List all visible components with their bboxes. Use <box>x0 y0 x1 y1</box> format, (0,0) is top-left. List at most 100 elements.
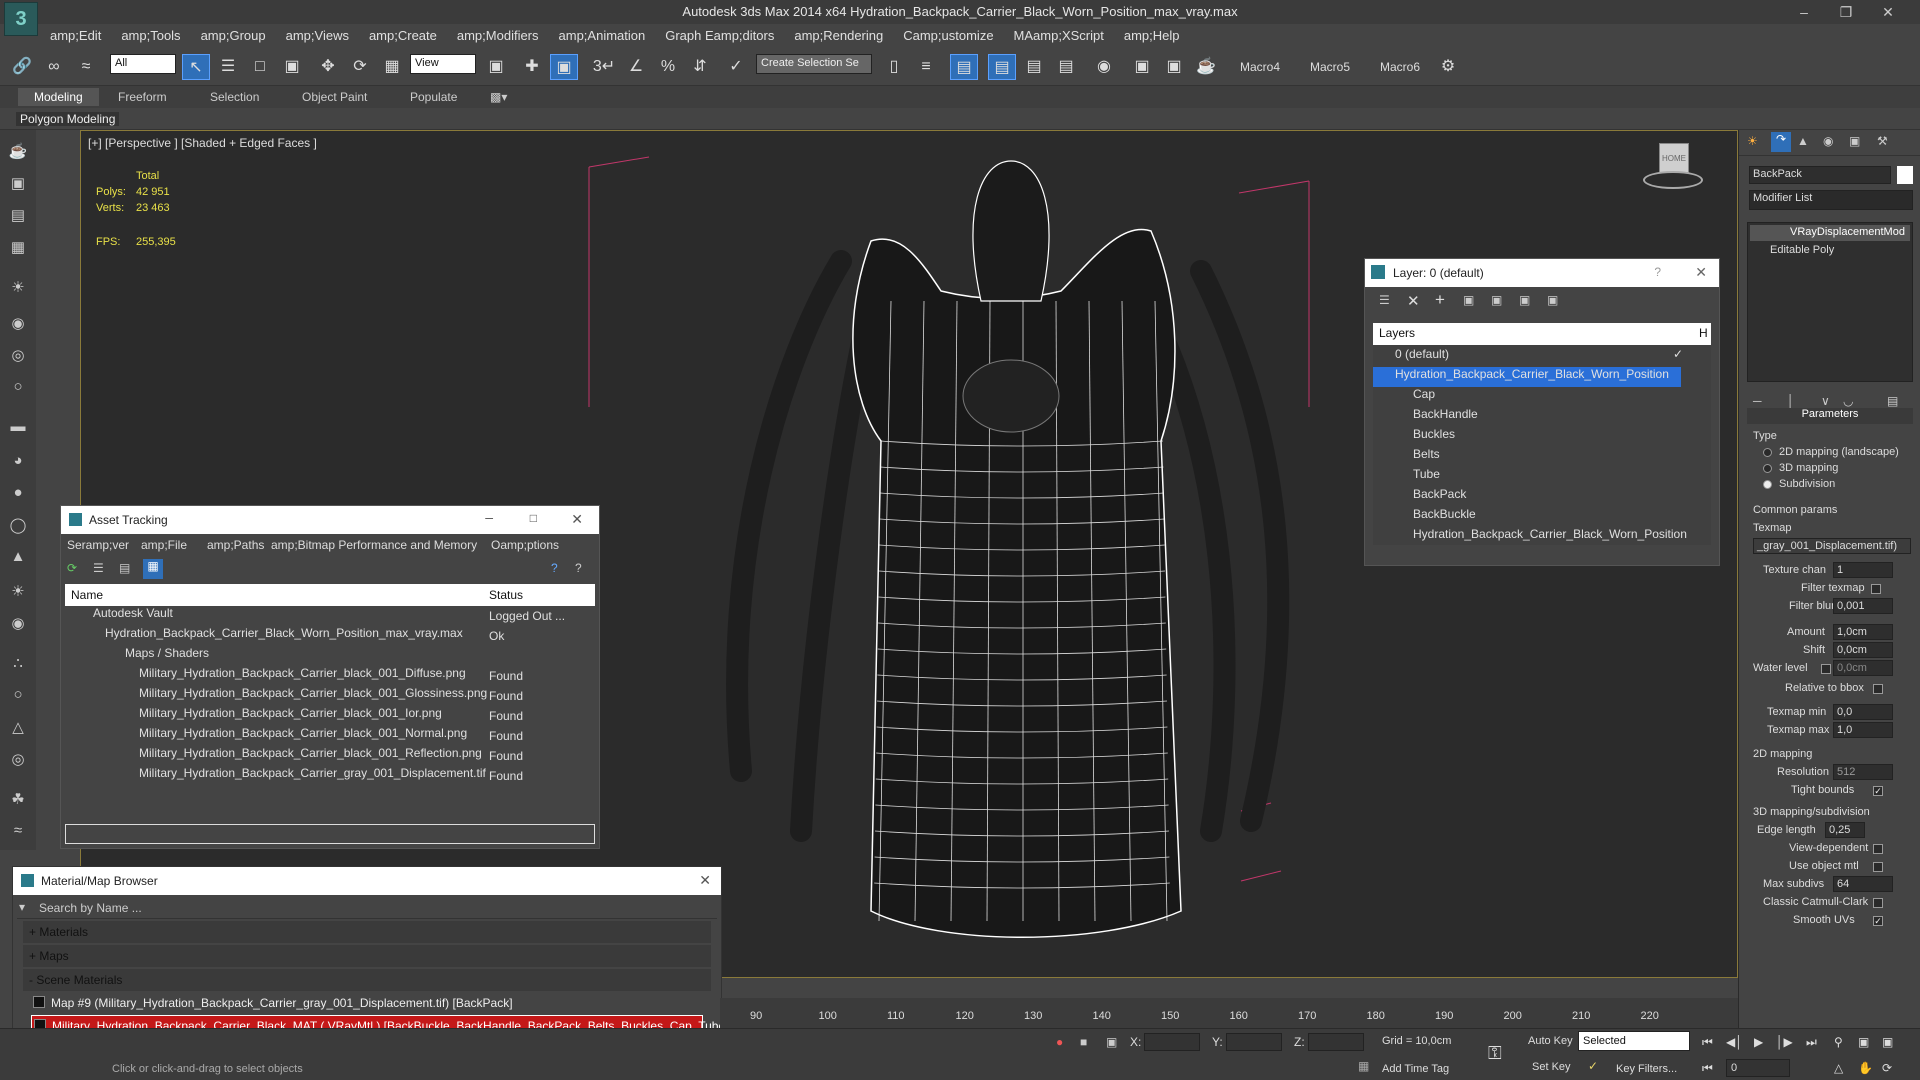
edge-length-spinner[interactable]: 0,25 <box>1825 822 1865 838</box>
modifier-list-dropdown[interactable]: Modifier List <box>1749 190 1913 210</box>
app-logo-icon[interactable]: 3 <box>4 2 38 36</box>
plane-icon[interactable]: ▬ <box>6 418 30 440</box>
helper-icon[interactable]: ◎ <box>6 346 30 368</box>
timeline-ruler[interactable]: 90 100 110 120 130 140 150 160 170 180 190 200 210 22… <box>720 998 1738 1028</box>
tree-view-icon[interactable]: ▤ <box>119 561 130 575</box>
table-row[interactable]: Hydration_Backpack_Carrier_Black_Worn_Po… <box>65 626 595 646</box>
fov-icon[interactable]: △ <box>1834 1061 1843 1075</box>
reference-coord-dropdown[interactable]: View <box>410 54 476 74</box>
display-tab-icon[interactable]: ▣ <box>1849 134 1860 148</box>
tight-bounds-checkbox[interactable]: ✓ <box>1873 786 1883 796</box>
rotate-icon[interactable]: ⟳ <box>346 54 374 80</box>
layer-row-selected[interactable]: Hydration_Backpack_Carrier_Black_Worn_Po… <box>1373 367 1681 387</box>
help-icon[interactable]: ? <box>1654 265 1661 279</box>
select-in-layer-icon[interactable]: ▣ <box>1491 293 1502 307</box>
delete-layer-icon[interactable]: ✕ <box>1407 292 1420 310</box>
type-subdivision-radio[interactable] <box>1763 480 1772 489</box>
filter-blur-spinner[interactable]: 0,001 <box>1833 598 1893 614</box>
type-2d-radio[interactable] <box>1763 448 1772 457</box>
grid-icon[interactable]: ▦ <box>6 238 30 260</box>
move-icon[interactable]: ✥ <box>314 54 342 80</box>
light-icon[interactable]: ☀ <box>6 278 30 300</box>
utilities-tab-icon[interactable]: ⚒ <box>1877 134 1888 148</box>
list-view-icon[interactable]: ☰ <box>93 561 104 575</box>
schematic-view-icon[interactable]: ▤ <box>1052 54 1080 80</box>
table-view-icon[interactable]: ▦ <box>143 559 163 579</box>
table-row[interactable]: Autodesk Vault Logged Out ... <box>65 606 595 626</box>
type-3d-radio[interactable] <box>1763 464 1772 473</box>
relative-bbox-checkbox[interactable] <box>1873 684 1883 694</box>
table-row[interactable]: Military_Hydration_Backpack_Carrier_blac… <box>65 746 595 766</box>
stack-item-editable-poly[interactable]: Editable Poly <box>1750 243 1910 259</box>
layer-tool-icon[interactable]: ☰ <box>1379 293 1390 307</box>
table-row[interactable]: Military_Hydration_Backpack_Carrier_blac… <box>65 686 595 706</box>
menu-customize[interactable]: Camp;ustomize <box>893 24 1003 47</box>
table-row[interactable]: Maps / Shaders <box>65 646 595 666</box>
menu-views[interactable]: amp;Views <box>276 24 359 47</box>
snap-3d-icon[interactable]: 3↵ <box>590 54 618 80</box>
menu-modifiers[interactable]: amp;Modifiers <box>447 24 549 47</box>
configure-sets-icon[interactable]: ▤ <box>1887 394 1898 408</box>
asset-path-field[interactable] <box>65 824 595 844</box>
smooth-uvs-checkbox[interactable]: ✓ <box>1873 916 1883 926</box>
graphite-ribbon-icon[interactable]: ▤ <box>988 54 1016 80</box>
menu-bitmap-performance[interactable]: amp;Bitmap Performance and Memory <box>271 538 477 552</box>
panel-icon[interactable]: ▤ <box>6 206 30 228</box>
motion-tab-icon[interactable]: ◉ <box>1823 134 1833 148</box>
zoom-all-icon[interactable]: ▣ <box>1858 1035 1869 1049</box>
key-icon[interactable]: ⚿ <box>1488 1043 1502 1064</box>
object-row-backbuckle[interactable]: BackBuckle <box>1373 507 1711 527</box>
tab-selection[interactable]: Selection <box>210 90 259 104</box>
scene-materials-section[interactable]: - Scene Materials <box>23 969 711 991</box>
mirror-icon[interactable]: ▯ <box>880 54 908 80</box>
create-tab-icon[interactable]: ☀ <box>1747 134 1758 148</box>
use-object-mtl-checkbox[interactable] <box>1873 862 1883 872</box>
gear-icon[interactable]: ⚙ <box>1434 54 1462 80</box>
layer-dialog-titlebar[interactable]: Layer: 0 (default) ? ✕ <box>1365 259 1719 287</box>
teapot-icon[interactable]: ☕ <box>6 142 30 164</box>
dome-icon[interactable]: ◕ <box>6 452 30 474</box>
viewcube-icon[interactable]: HOME <box>1641 143 1705 195</box>
name-column-header[interactable]: Name <box>71 588 103 602</box>
curve-editor-icon[interactable]: ▤ <box>1020 54 1048 80</box>
link-icon[interactable]: 🔗 <box>8 54 36 80</box>
hide-column-header[interactable]: H <box>1699 326 1708 340</box>
stack-item-vraydisplacement[interactable]: VRayDisplacementMod <box>1750 225 1910 241</box>
layer-manager-icon[interactable]: ▤ <box>950 54 978 80</box>
menu-graph-editors[interactable]: Graph Eamp;ditors <box>655 24 784 47</box>
texmap-min-spinner[interactable]: 0,0 <box>1833 704 1893 720</box>
menu-paths[interactable]: amp;Paths <box>207 538 264 552</box>
refresh-icon[interactable]: ⟳ <box>67 561 77 575</box>
make-unique-icon[interactable]: ∨ <box>1821 394 1830 408</box>
sun-icon[interactable]: ☀ <box>6 582 30 604</box>
table-row[interactable]: Military_Hydration_Backpack_Carrier_blac… <box>65 666 595 686</box>
macro4-button[interactable]: Macro4 <box>1240 60 1280 74</box>
set-key-button[interactable]: Set Key <box>1532 1061 1571 1073</box>
add-to-layer-icon[interactable]: ▣ <box>1463 293 1474 307</box>
select-object-icon[interactable]: ↖ <box>182 54 210 80</box>
water-level-checkbox[interactable] <box>1821 664 1831 674</box>
viewport-label[interactable]: [+] [Perspective ] [Shaded + Edged Faces… <box>88 136 317 150</box>
rendered-frame-icon[interactable]: ▣ <box>1160 54 1188 80</box>
macro6-button[interactable]: Macro6 <box>1380 60 1420 74</box>
y-coord-field[interactable] <box>1226 1033 1282 1051</box>
goto-start-icon[interactable]: ⏮ <box>1702 1035 1713 1050</box>
key-selection-dropdown[interactable]: Selected <box>1578 1031 1690 1051</box>
layers-column-header[interactable]: Layers <box>1379 326 1415 340</box>
tab-freeform[interactable]: Freeform <box>118 90 167 104</box>
menu-help[interactable]: amp;Help <box>1114 24 1190 47</box>
menu-options[interactable]: Oamp;ptions <box>491 538 559 552</box>
z-coord-field[interactable] <box>1308 1033 1364 1051</box>
table-row[interactable]: Military_Hydration_Backpack_Carrier_gray… <box>65 766 595 786</box>
maps-section[interactable]: + Maps <box>23 945 711 967</box>
tab-object-paint[interactable]: Object Paint <box>302 90 367 104</box>
pin-stack-icon[interactable]: ─ <box>1753 394 1762 408</box>
zoom-extents-icon[interactable]: ▣ <box>1882 1035 1893 1049</box>
play-icon[interactable]: ▶ <box>1754 1035 1763 1049</box>
view-dependent-checkbox[interactable] <box>1873 844 1883 854</box>
object-row-backhandle[interactable]: BackHandle <box>1373 407 1711 427</box>
texmap-max-spinner[interactable]: 1,0 <box>1833 722 1893 738</box>
zoom-icon[interactable]: ⚲ <box>1834 1035 1843 1049</box>
water-level-spinner[interactable]: 0,0cm <box>1833 660 1893 676</box>
scale-icon[interactable]: ▦ <box>378 54 406 80</box>
